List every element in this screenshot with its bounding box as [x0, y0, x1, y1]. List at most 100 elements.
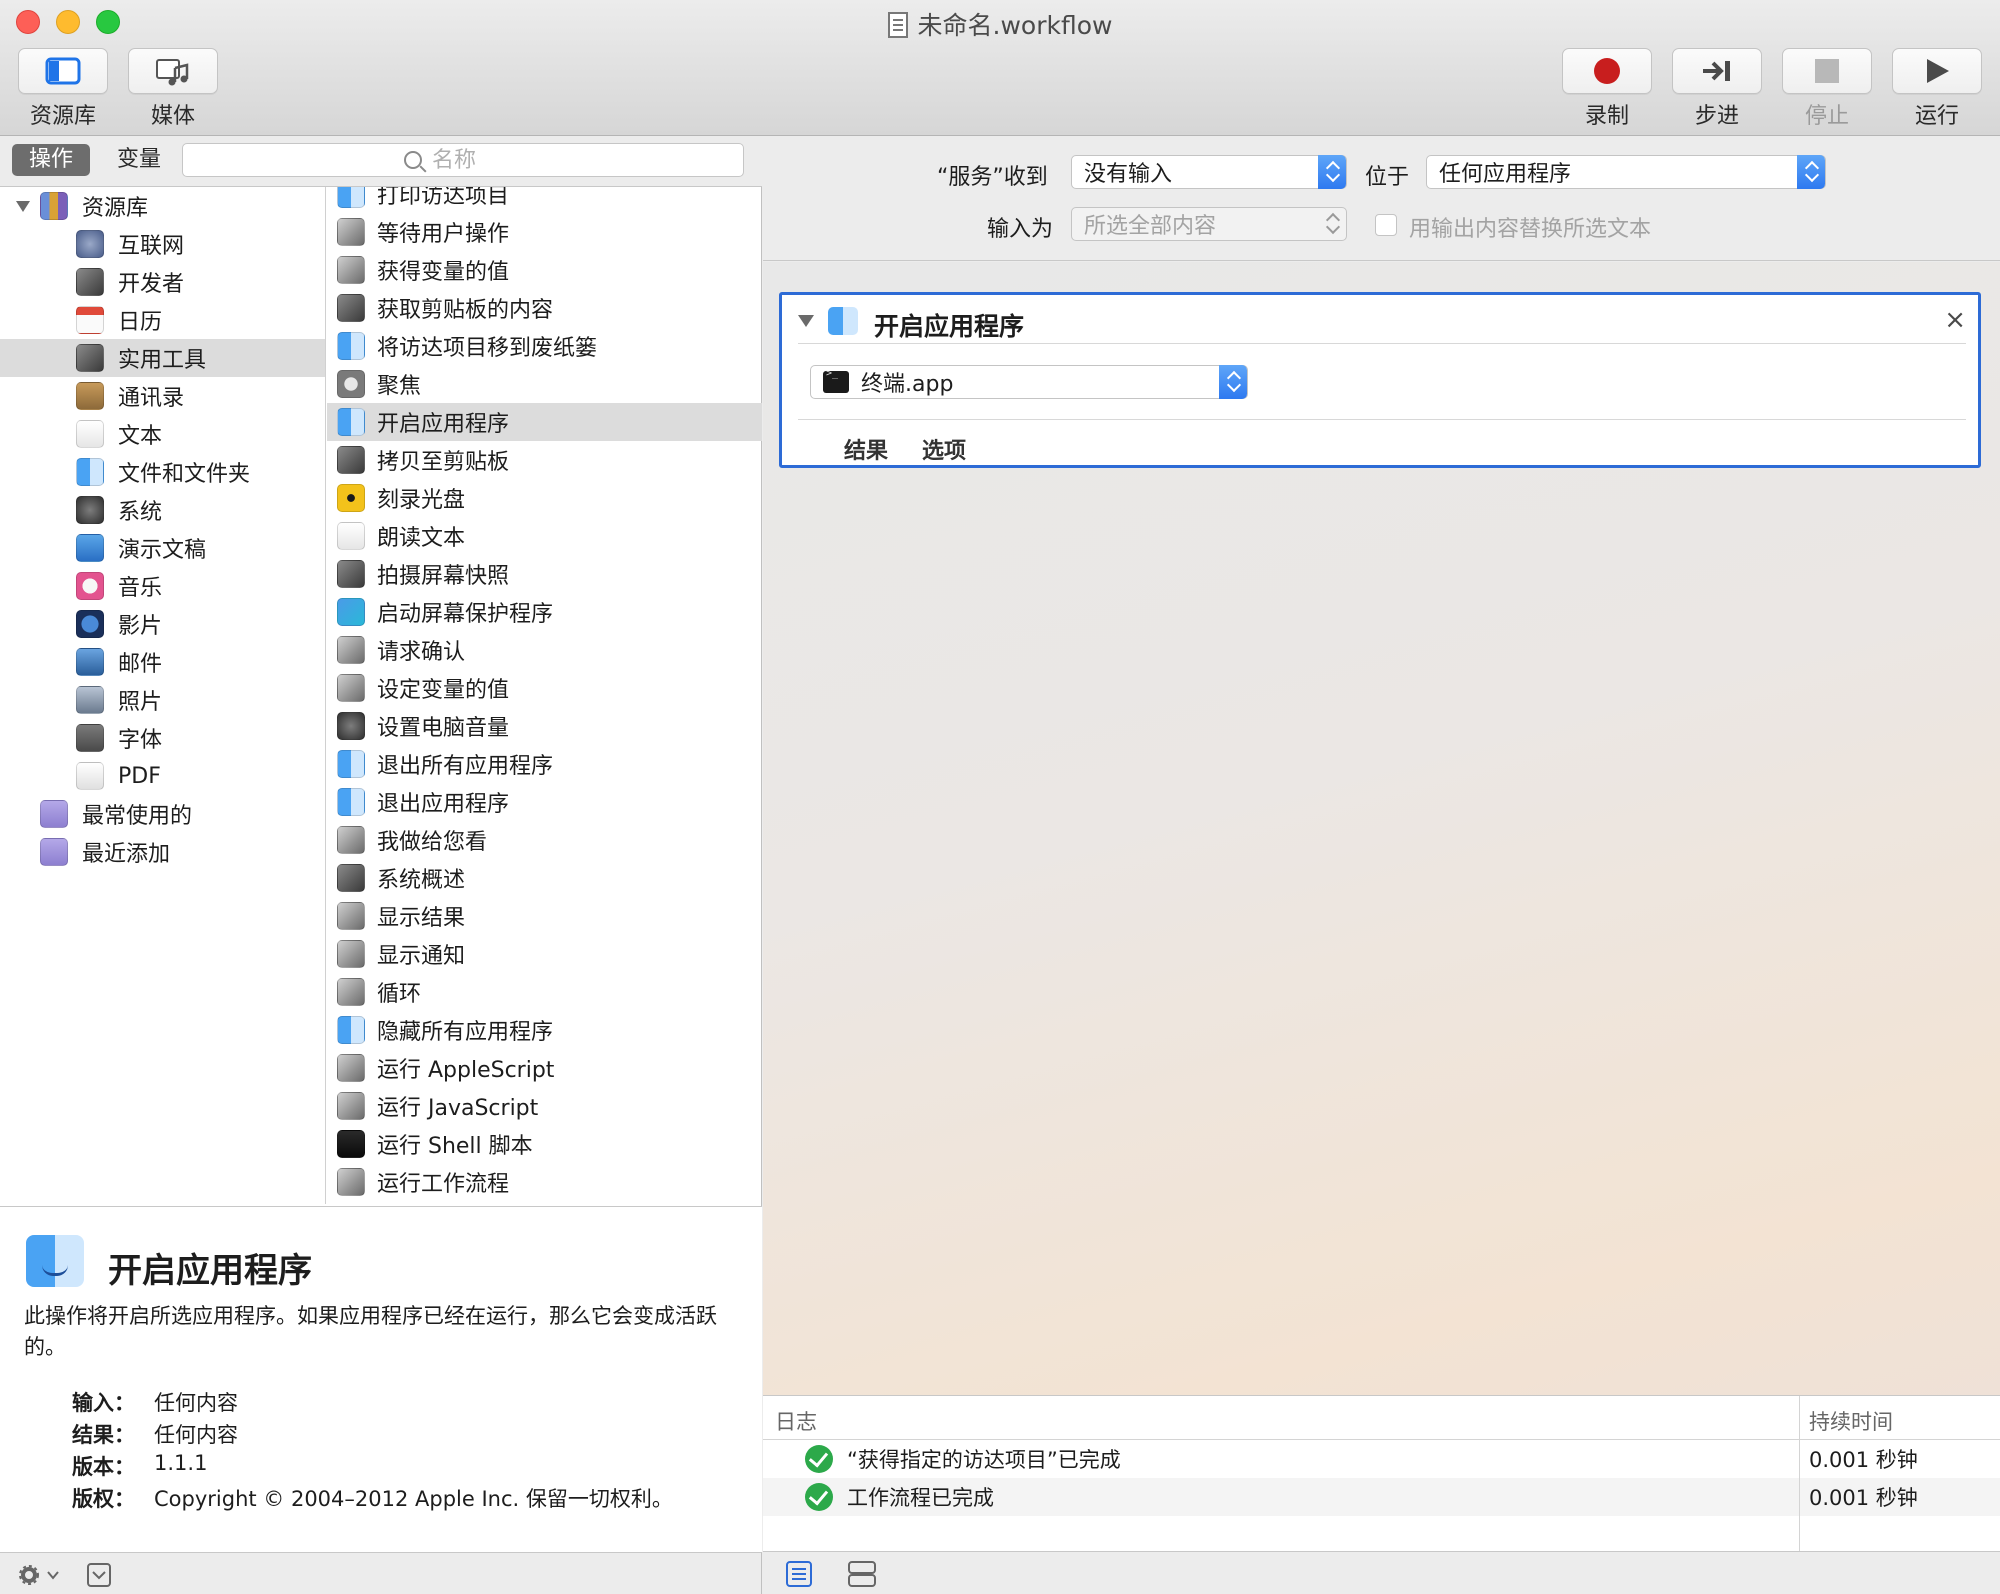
media-button[interactable]	[128, 48, 218, 94]
action-list-item[interactable]: 显示通知	[327, 935, 762, 973]
tab-results[interactable]: 结果	[844, 433, 888, 465]
step-label: 步进	[1694, 104, 1739, 129]
step-button[interactable]	[1672, 48, 1762, 94]
sidebar-item-category[interactable]: 系统	[0, 491, 325, 529]
action-list-item[interactable]: 运行 AppleScript	[327, 1049, 762, 1087]
action-list-item[interactable]: 请求确认	[327, 631, 762, 669]
action-list-item[interactable]: 设置电脑音量	[327, 707, 762, 745]
sidebar-item-category[interactable]: 最近添加	[0, 833, 325, 871]
action-list-item[interactable]: 退出所有应用程序	[327, 745, 762, 783]
popup-arrows-icon	[1797, 155, 1825, 189]
log-duration: 0.001 秒钟	[1809, 1486, 1918, 1510]
action-list-item[interactable]: 运行 JavaScript	[327, 1087, 762, 1125]
stop-button[interactable]	[1782, 48, 1872, 94]
column-divider	[1799, 1396, 1800, 1551]
action-label: 运行 Shell 脚本	[377, 1134, 533, 1159]
automator-icon	[337, 218, 365, 246]
action-list-item[interactable]: 打印访达项目	[327, 187, 762, 213]
popup-arrows-icon	[1318, 207, 1346, 241]
sidebar-item-category[interactable]: 音乐	[0, 567, 325, 605]
gear-icon[interactable]	[18, 1563, 64, 1587]
sidebar-item-category[interactable]: 开发者	[0, 263, 325, 301]
input-is-popup[interactable]: 所选全部内容	[1071, 207, 1347, 241]
sidebar-item-category[interactable]: 影片	[0, 605, 325, 643]
action-list-item[interactable]: 朗读文本	[327, 517, 762, 555]
receives-value: 没有输入	[1084, 162, 1173, 187]
action-list-item[interactable]: 开启应用程序	[327, 403, 762, 441]
category-label: 最近添加	[82, 842, 171, 867]
in-label: 位于	[1365, 165, 1410, 190]
sidebar-item-category[interactable]: 照片	[0, 681, 325, 719]
remove-action-button[interactable]: ×	[1944, 305, 1966, 335]
sidebar-item-category[interactable]: 最常使用的	[0, 795, 325, 833]
pdf-icon	[76, 762, 104, 790]
action-list-item[interactable]: 设定变量的值	[327, 669, 762, 707]
action-label: 设置电脑音量	[377, 716, 510, 741]
receives-popup[interactable]: 没有输入	[1071, 155, 1347, 189]
sidebar-item-category[interactable]: 邮件	[0, 643, 325, 681]
input-is-label: 输入为	[987, 217, 1054, 242]
record-button[interactable]	[1562, 48, 1652, 94]
action-list-item[interactable]: 隐藏所有应用程序	[327, 1011, 762, 1049]
list-view-icon[interactable]	[785, 1560, 813, 1588]
action-list-item[interactable]: 聚焦	[327, 365, 762, 403]
action-list-item[interactable]: 启动屏幕保护程序	[327, 593, 762, 631]
action-list[interactable]: 打印访达项目 等待用户操作 获得变量的值 获取剪贴板的内容 将访达项目移到废纸篓聚焦开启…	[327, 187, 762, 1204]
split-view-icon[interactable]	[847, 1560, 877, 1588]
sidebar-item-category[interactable]: 文本	[0, 415, 325, 453]
sidebar-item-category[interactable]: 资源库	[0, 187, 325, 225]
replace-text-checkbox[interactable]	[1375, 214, 1397, 236]
contacts-icon	[76, 382, 104, 410]
action-list-item[interactable]: 运行 Shell 脚本	[327, 1125, 762, 1163]
action-list-item[interactable]: 等待用户操作	[327, 213, 762, 251]
sidebar-item-category[interactable]: 互联网	[0, 225, 325, 263]
action-label: 聚焦	[377, 374, 422, 399]
log-header: 日志 持续时间	[763, 1396, 2000, 1440]
log-row[interactable]: “获得指定的访达项目”已完成 0.001 秒钟	[763, 1440, 2000, 1478]
action-card[interactable]: 开启应用程序 × 终端.app 结果 选项	[779, 292, 1981, 468]
action-label: 我做给您看	[377, 830, 488, 855]
workflow-canvas[interactable]: 开启应用程序 × 终端.app 结果 选项	[763, 262, 2000, 1395]
sidebar-item-category[interactable]: 字体	[0, 719, 325, 757]
action-list-item[interactable]: 运行工作流程	[327, 1163, 762, 1201]
action-list-item[interactable]: 系统概述	[327, 859, 762, 897]
tab-actions[interactable]: 操作	[12, 144, 90, 176]
log-row[interactable]: 工作流程已完成 0.001 秒钟	[763, 1478, 2000, 1516]
action-list-item[interactable]: 退出应用程序	[327, 783, 762, 821]
search-field[interactable]	[182, 143, 744, 177]
library-toggle-button[interactable]	[18, 48, 108, 94]
automator-icon	[337, 674, 365, 702]
disclosure-triangle-icon[interactable]	[798, 315, 814, 327]
log-column-header[interactable]: 日志	[775, 1406, 817, 1436]
sidebar-item-category[interactable]: 日历	[0, 301, 325, 339]
sidebar-item-category[interactable]: 文件和文件夹	[0, 453, 325, 491]
category-list[interactable]: 资源库 互联网 开发者 日历 实用工具 通讯录 文本 文件和文件夹 系统 演示文稿 音乐 影片 邮件 照片…	[0, 187, 326, 1204]
tab-options[interactable]: 选项	[922, 433, 966, 465]
action-list-item[interactable]: 我做给您看	[327, 821, 762, 859]
description-toggle-icon[interactable]	[86, 1562, 112, 1588]
action-label: 开启应用程序	[377, 412, 510, 437]
app-select-popup[interactable]: 终端.app	[810, 365, 1248, 399]
description-text: 此操作将开启所选应用程序。如果应用程序已经在运行，那么它会变成活跃的。	[24, 1304, 717, 1359]
burn-icon	[337, 484, 365, 512]
action-list-item[interactable]: 拍摄屏幕快照	[327, 555, 762, 593]
action-list-item[interactable]: 获取剪贴板的内容	[327, 289, 762, 327]
action-list-item[interactable]: 循环	[327, 973, 762, 1011]
search-input[interactable]	[432, 147, 522, 173]
run-button[interactable]	[1892, 48, 1982, 94]
duration-column-header[interactable]: 持续时间	[1809, 1406, 1893, 1436]
action-list-item[interactable]: 获得变量的值	[327, 251, 762, 289]
sidebar-item-category[interactable]: 实用工具	[0, 339, 325, 377]
tab-variables[interactable]: 变量	[100, 144, 178, 176]
disclosure-triangle-icon[interactable]	[16, 201, 30, 212]
sidebar-item-category[interactable]: 通讯录	[0, 377, 325, 415]
sidebar-item-category[interactable]: 演示文稿	[0, 529, 325, 567]
action-list-item[interactable]: 显示结果	[327, 897, 762, 935]
action-list-item[interactable]: 刻录光盘	[327, 479, 762, 517]
action-list-item[interactable]: 拷贝至剪贴板	[327, 441, 762, 479]
sidebar-item-category[interactable]: PDF	[0, 757, 325, 795]
text-icon	[337, 522, 365, 550]
action-list-item[interactable]: 将访达项目移到废纸篓	[327, 327, 762, 365]
receives-label: “服务”收到	[937, 165, 1048, 190]
application-popup[interactable]: 任何应用程序	[1426, 155, 1826, 189]
